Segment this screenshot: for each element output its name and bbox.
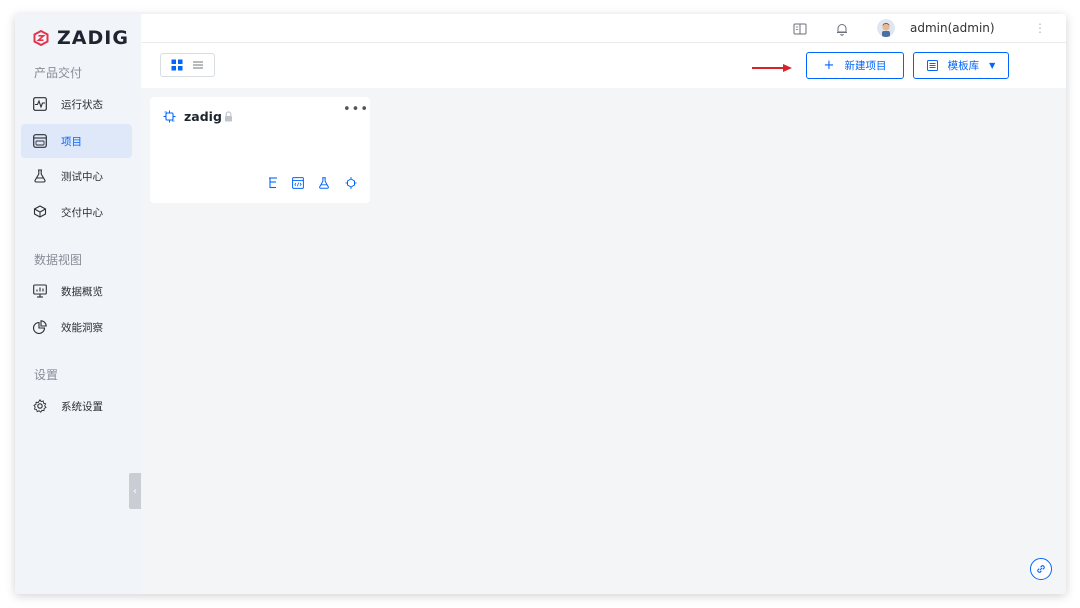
lock-icon — [225, 111, 232, 122]
top-header: admin(admin) ⋮ — [141, 14, 1066, 43]
more-menu-icon[interactable]: ⋮ — [1034, 21, 1046, 35]
project-module-icon — [163, 110, 176, 123]
template-library-button[interactable]: 模板库 ▼ — [913, 52, 1009, 79]
sidebar-item-system-settings[interactable]: 系统设置 — [21, 389, 132, 423]
template-icon — [926, 60, 938, 71]
view-toggle — [160, 53, 215, 77]
sidebar-item-label: 项目 — [61, 135, 82, 148]
service-cube-icon[interactable] — [345, 177, 357, 189]
sidebar-item-label: 测试中心 — [61, 170, 103, 183]
caret-down-icon: ▼ — [989, 61, 996, 70]
sidebar-collapse-handle[interactable]: ‹ — [129, 473, 141, 509]
app-window: ZADIG 产品交付 运行状态 项目 测试中心 交付中心 数据视图 数据概览 效… — [15, 14, 1066, 594]
link-button[interactable] — [1030, 558, 1052, 580]
sidebar-item-data-overview[interactable]: 数据概览 — [21, 274, 132, 308]
book-icon[interactable] — [793, 21, 807, 35]
card-more-icon[interactable]: ••• — [343, 102, 369, 117]
section-title-delivery: 产品交付 — [34, 66, 83, 80]
delivery-icon — [33, 205, 47, 219]
sidebar-item-test-center[interactable]: 测试中心 — [21, 159, 132, 193]
zadig-logo-icon — [33, 30, 49, 46]
toolbar: + 新建项目 模板库 ▼ — [141, 43, 1066, 88]
gear-icon — [33, 399, 47, 413]
project-name[interactable]: zadig — [184, 109, 222, 124]
list-view-icon[interactable] — [192, 59, 204, 71]
sidebar-item-delivery-center[interactable]: 交付中心 — [21, 195, 132, 229]
code-env-icon[interactable] — [292, 177, 304, 189]
avatar[interactable] — [877, 19, 895, 37]
sidebar-item-insights[interactable]: 效能洞察 — [21, 310, 132, 344]
sidebar-item-status[interactable]: 运行状态 — [21, 87, 132, 121]
sidebar: ZADIG 产品交付 运行状态 项目 测试中心 交付中心 数据视图 数据概览 效… — [15, 14, 141, 594]
sidebar-item-label: 效能洞察 — [61, 321, 103, 334]
grid-view-icon[interactable] — [171, 59, 183, 71]
sidebar-item-label: 交付中心 — [61, 206, 103, 219]
bell-icon[interactable] — [835, 21, 849, 36]
activity-icon — [33, 97, 47, 111]
monitor-chart-icon — [33, 284, 47, 298]
sidebar-item-label: 数据概览 — [61, 285, 103, 298]
username[interactable]: admin(admin) — [910, 21, 995, 35]
logo[interactable]: ZADIG — [33, 26, 129, 50]
section-title-data-view: 数据视图 — [34, 253, 83, 267]
sidebar-item-label: 系统设置 — [61, 400, 103, 413]
new-project-label: 新建项目 — [844, 60, 887, 72]
red-arrow-annotation — [752, 64, 792, 72]
sidebar-item-label: 运行状态 — [61, 98, 103, 111]
plus-icon: + — [823, 58, 835, 73]
flask-icon — [33, 169, 47, 183]
section-title-settings: 设置 — [34, 368, 59, 382]
test-flask-icon[interactable] — [318, 177, 330, 189]
project-card[interactable]: zadig ••• — [150, 97, 370, 203]
pie-chart-icon — [33, 320, 47, 334]
sidebar-item-projects[interactable]: 项目 — [21, 124, 132, 158]
project-icon — [33, 134, 47, 148]
brand-name: ZADIG — [57, 27, 129, 49]
template-library-label: 模板库 — [947, 60, 980, 72]
workflow-tree-icon[interactable] — [267, 177, 279, 189]
link-icon — [1037, 565, 1045, 573]
new-project-button[interactable]: + 新建项目 — [806, 52, 904, 79]
